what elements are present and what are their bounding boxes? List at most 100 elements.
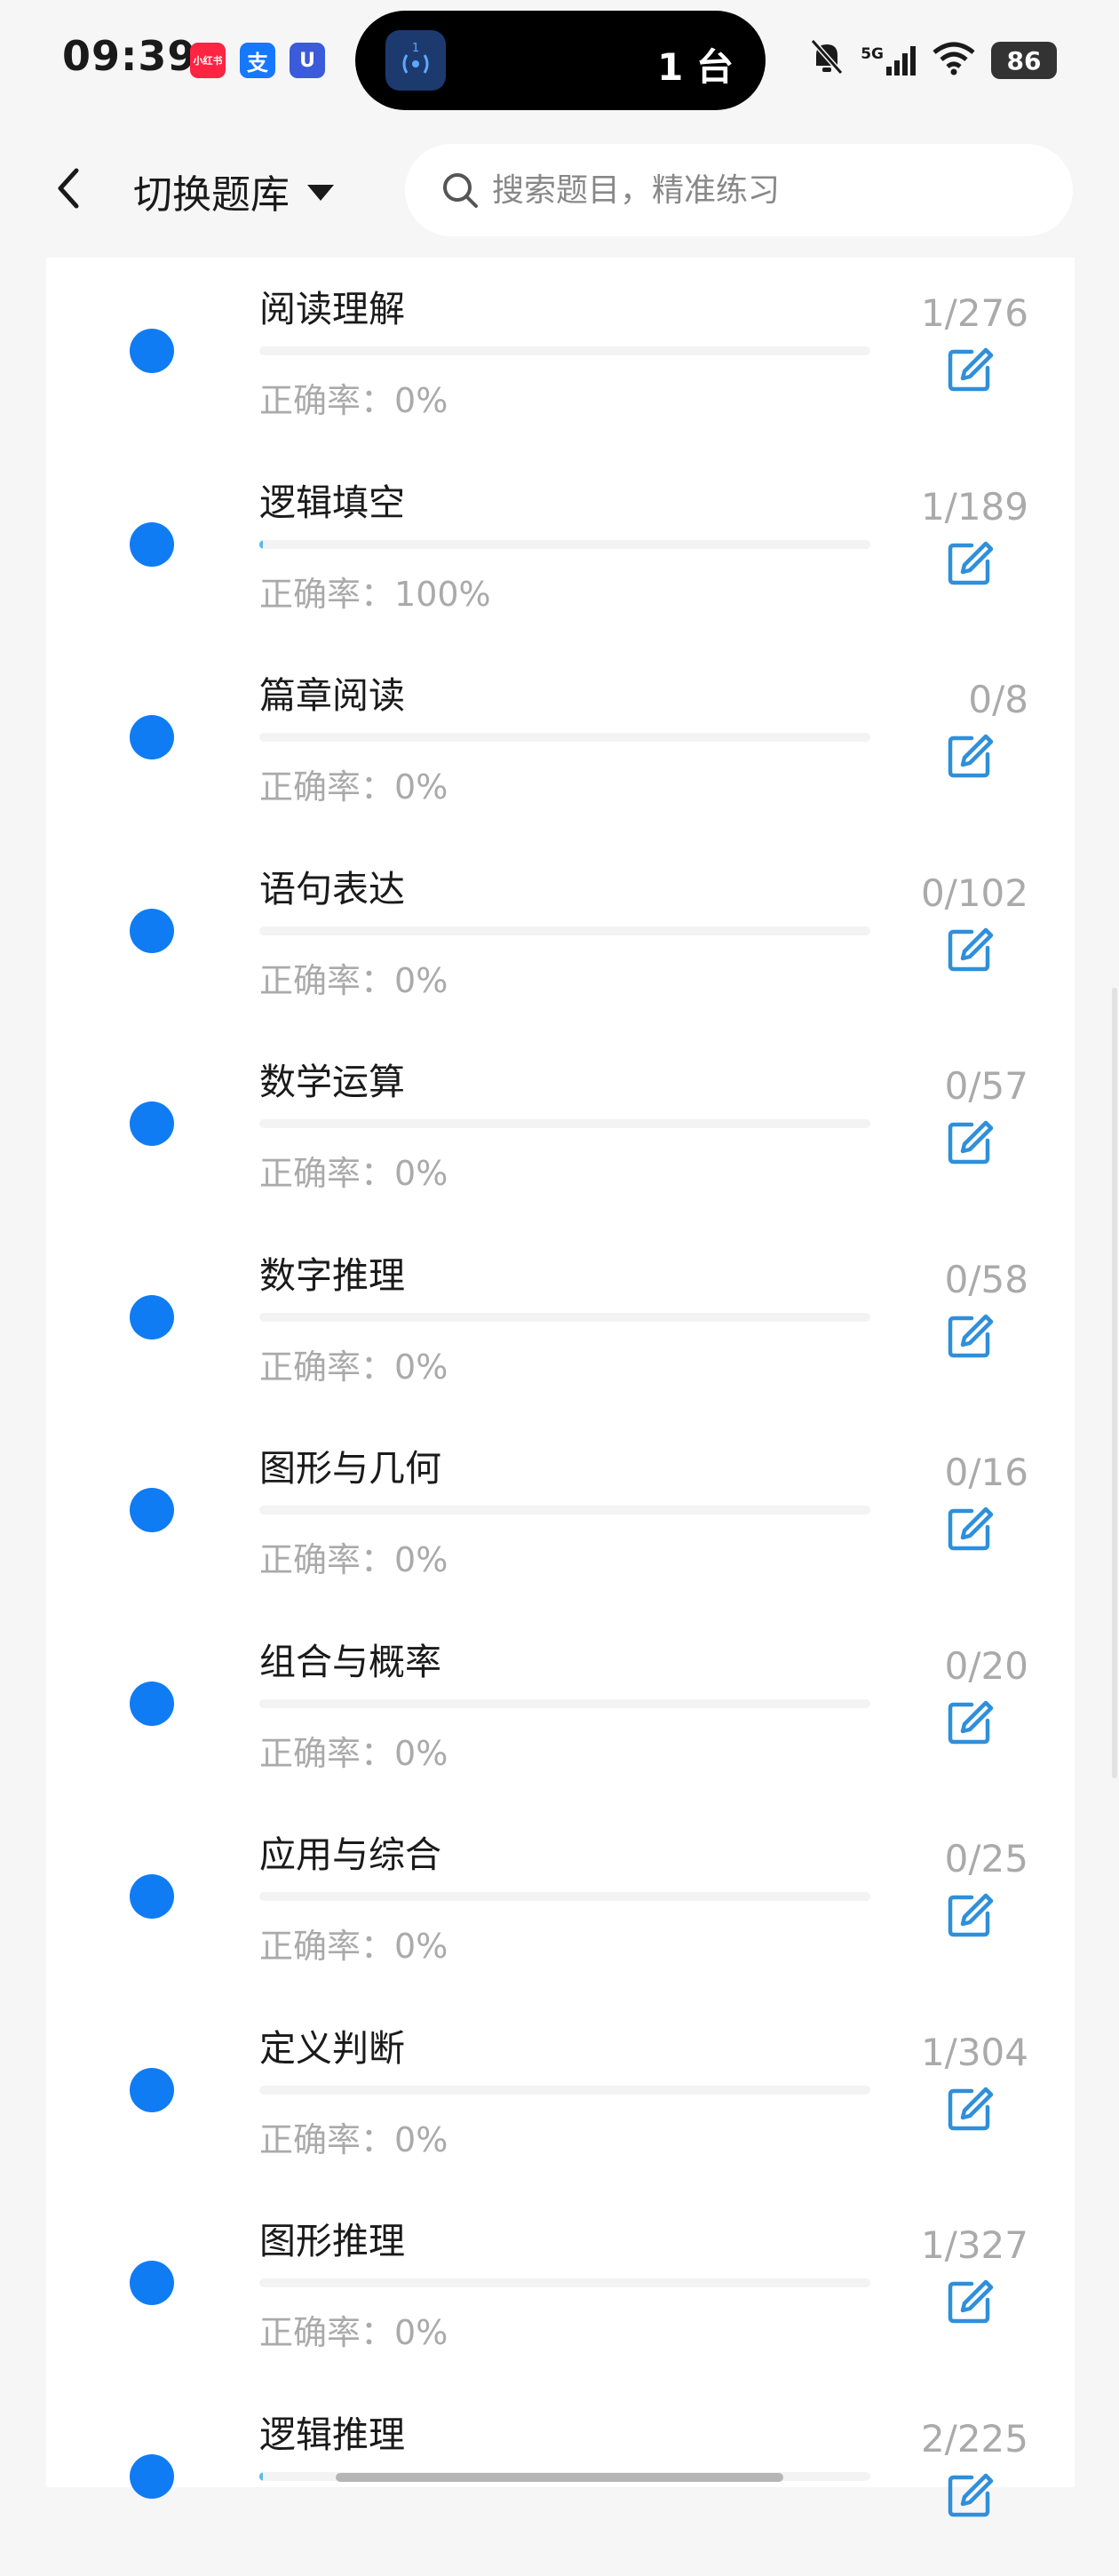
vertical-scrollbar[interactable] <box>1112 988 1117 1778</box>
xiaohongshu-icon: 小红书 <box>190 43 226 78</box>
practice-button[interactable] <box>945 731 995 781</box>
category-item[interactable]: 图形与几何 正确率：0% 0/16 <box>46 1417 1075 1610</box>
category-item[interactable]: 篇章阅读 正确率：0% 0/8 <box>46 644 1075 838</box>
battery-indicator: 86 <box>991 42 1057 79</box>
category-item[interactable]: 逻辑填空 正确率：100% 1/189 <box>46 451 1075 645</box>
category-dot <box>130 2261 174 2305</box>
practice-button[interactable] <box>945 1117 995 1167</box>
category-title: 逻辑填空 <box>259 473 405 526</box>
practice-button[interactable] <box>945 925 995 974</box>
accuracy-text: 正确率：0% <box>259 759 448 808</box>
accuracy-value: 0% <box>394 1927 448 1966</box>
back-button[interactable] <box>44 162 98 215</box>
category-dot <box>130 1101 174 1146</box>
status-bar: 09:39 小红书 支 U 1 1 台 5G <box>0 0 1119 124</box>
progress-fill <box>259 2472 263 2481</box>
category-dot <box>130 329 174 373</box>
practice-button[interactable] <box>945 538 995 588</box>
progress-bar <box>259 540 870 549</box>
practice-button[interactable] <box>945 1504 995 1554</box>
dynamic-island[interactable]: 1 1 台 <box>355 11 766 110</box>
alipay-icon: 支 <box>240 43 275 78</box>
accuracy-label: 正确率： <box>259 1348 394 1387</box>
accuracy-value: 100% <box>394 575 491 614</box>
progress-count: 1/276 <box>921 291 1028 335</box>
accuracy-value: 0% <box>394 1540 448 1579</box>
cell-signal-icon: 5G <box>861 45 917 76</box>
search-input[interactable] <box>492 172 1043 209</box>
progress-count: 2/225 <box>921 2417 1028 2461</box>
category-title: 阅读理解 <box>259 279 405 332</box>
edit-icon <box>945 2084 995 2134</box>
category-item[interactable]: 数学运算 正确率：0% 0/57 <box>46 1030 1075 1224</box>
accuracy-value: 0% <box>394 381 448 420</box>
practice-button[interactable] <box>945 1890 995 1940</box>
chevron-left-icon <box>44 162 98 215</box>
accuracy-value: 0% <box>394 767 448 807</box>
status-time: 09:39 <box>62 32 196 80</box>
search-bar[interactable] <box>405 144 1073 236</box>
practice-button[interactable] <box>945 1311 995 1361</box>
accuracy-text: 正确率：0% <box>259 1726 448 1775</box>
accuracy-text: 正确率：0% <box>259 2112 448 2161</box>
category-dot <box>130 2454 174 2499</box>
accuracy-value: 0% <box>394 1734 448 1773</box>
progress-count: 1/189 <box>921 485 1028 529</box>
edit-icon <box>945 345 995 394</box>
progress-count: 0/58 <box>945 1258 1028 1301</box>
accuracy-value: 0% <box>394 2120 448 2159</box>
category-dot <box>130 715 174 759</box>
accuracy-label: 正确率： <box>259 2120 394 2159</box>
practice-button[interactable] <box>945 2470 995 2520</box>
broadcast-icon: 1 <box>385 30 446 91</box>
category-item[interactable]: 阅读理解 正确率：0% 1/276 <box>46 258 1075 451</box>
island-text: 1 台 <box>657 37 734 91</box>
practice-button[interactable] <box>945 2277 995 2326</box>
category-list: 阅读理解 正确率：0% 1/276 逻辑填空 正确率：100% 1/189 篇章… <box>46 258 1075 2576</box>
progress-count: 1/304 <box>921 2031 1028 2074</box>
category-title: 图形与几何 <box>259 1438 441 1491</box>
category-title: 定义判断 <box>259 2018 405 2071</box>
category-item[interactable]: 数字推理 正确率：0% 0/58 <box>46 1224 1075 1418</box>
category-dot <box>130 1682 174 1726</box>
accuracy-label: 正确率： <box>259 1154 394 1193</box>
edit-icon <box>945 731 995 781</box>
switch-bank-dropdown[interactable]: 切换题库 <box>133 160 334 222</box>
category-title: 篇章阅读 <box>259 665 405 719</box>
accuracy-label: 正确率： <box>259 1540 394 1579</box>
accuracy-value: 0% <box>394 961 448 1000</box>
category-title: 数字推理 <box>259 1245 405 1299</box>
progress-bar <box>259 346 870 355</box>
practice-button[interactable] <box>945 2084 995 2134</box>
network-type: 5G <box>861 45 884 63</box>
accuracy-text: 正确率：0% <box>259 1532 448 1581</box>
accuracy-label: 正确率： <box>259 961 394 1000</box>
accuracy-text: 正确率：0% <box>259 1146 448 1195</box>
edit-icon <box>945 2470 995 2520</box>
category-item[interactable]: 语句表达 正确率：0% 0/102 <box>46 838 1075 1031</box>
category-dot <box>130 909 174 953</box>
category-item[interactable]: 图形推理 正确率：0% 1/327 <box>46 2190 1075 2383</box>
edit-icon <box>945 1697 995 1747</box>
progress-count: 0/20 <box>945 1644 1028 1688</box>
practice-button[interactable] <box>945 345 995 394</box>
status-icons: 5G 86 <box>809 36 1057 85</box>
mute-bell-icon <box>809 37 845 84</box>
accuracy-value: 0% <box>394 2313 448 2352</box>
question-bank-list: 阅读理解 正确率：0% 1/276 逻辑填空 正确率：100% 1/189 篇章… <box>46 258 1075 2487</box>
practice-button[interactable] <box>945 1697 995 1747</box>
svg-text:1: 1 <box>412 42 419 55</box>
edit-icon <box>945 1311 995 1361</box>
home-indicator[interactable] <box>336 2473 783 2482</box>
edit-icon <box>945 1890 995 1940</box>
progress-bar <box>259 2086 870 2095</box>
edit-icon <box>945 1117 995 1167</box>
wifi-icon <box>932 42 975 79</box>
category-title: 逻辑推理 <box>259 2405 405 2458</box>
category-item[interactable]: 应用与综合 正确率：0% 0/25 <box>46 1803 1075 1997</box>
category-item[interactable]: 定义判断 正确率：0% 1/304 <box>46 1997 1075 2190</box>
accuracy-label: 正确率： <box>259 1927 394 1966</box>
category-dot <box>130 2068 174 2112</box>
switch-bank-label: 切换题库 <box>133 163 290 219</box>
category-item[interactable]: 组合与概率 正确率：0% 0/20 <box>46 1610 1075 1804</box>
